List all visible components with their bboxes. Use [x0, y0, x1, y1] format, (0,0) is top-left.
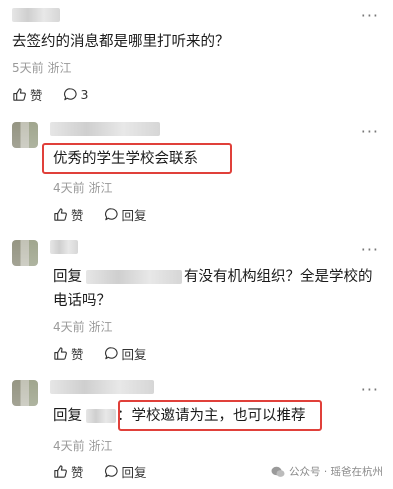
- mentioned-user-blurred: [86, 409, 116, 423]
- like-button[interactable]: 赞: [53, 344, 84, 363]
- reply-meta: 4天前 浙江: [53, 181, 113, 195]
- more-options-icon[interactable]: ···: [361, 8, 379, 24]
- reply-label: 回复: [121, 465, 147, 480]
- more-options-icon[interactable]: ···: [361, 124, 379, 140]
- username-blurred: [50, 240, 78, 254]
- reply-prefix: 回复: [53, 408, 82, 424]
- like-label: 赞: [30, 88, 43, 103]
- reply-label: 回复: [121, 347, 147, 362]
- avatar[interactable]: [12, 122, 38, 148]
- more-options-icon[interactable]: ···: [361, 382, 379, 398]
- like-button[interactable]: 赞: [12, 85, 43, 104]
- reply-meta: 4天前 浙江: [53, 439, 113, 453]
- like-button[interactable]: 赞: [53, 462, 84, 481]
- more-options-icon[interactable]: ···: [361, 242, 379, 258]
- mentioned-user-blurred: [86, 270, 182, 284]
- reply-actions: 赞 回复: [53, 462, 167, 481]
- reply-meta: 4天前 浙江: [53, 320, 113, 334]
- like-label: 赞: [71, 347, 84, 362]
- highlight-box: [118, 400, 322, 431]
- comment-button[interactable]: 3: [63, 87, 89, 102]
- comment-actions: 赞 3: [12, 85, 108, 104]
- reply-actions: 赞 回复: [53, 205, 167, 224]
- comment-text: 去签约的消息都是哪里打听来的？: [12, 34, 230, 50]
- reply-label: 回复: [121, 208, 147, 223]
- wechat-icon: [271, 466, 285, 477]
- thumb-up-icon: [54, 465, 67, 478]
- thumb-up-icon: [54, 208, 67, 221]
- like-button[interactable]: 赞: [53, 205, 84, 224]
- reply-text-line1: 有没有机构组织？全是学校的: [184, 269, 373, 285]
- reply-count: 3: [80, 87, 89, 102]
- watermark: 公众号 · 瑶爸在杭州: [271, 464, 383, 479]
- comment-bubble-icon: [104, 208, 118, 221]
- reply-prefix: 回复: [53, 269, 82, 285]
- username-blurred: [50, 380, 154, 394]
- watermark-text: 公众号 · 瑶爸在杭州: [288, 466, 383, 478]
- comment-bubble-icon: [104, 347, 118, 360]
- thumb-up-icon: [13, 88, 26, 101]
- comment-bubble-icon: [104, 465, 118, 478]
- avatar[interactable]: [12, 380, 38, 406]
- reply-button[interactable]: 回复: [104, 462, 147, 481]
- avatar[interactable]: [12, 240, 38, 266]
- like-label: 赞: [71, 208, 84, 223]
- reply-button[interactable]: 回复: [104, 344, 147, 363]
- reply-actions: 赞 回复: [53, 344, 167, 363]
- reply-text-line2: 电话吗？: [53, 293, 111, 309]
- username-blurred: [12, 8, 60, 22]
- username-blurred: [50, 122, 160, 136]
- comment-bubble-icon: [63, 88, 77, 101]
- highlight-box: [42, 143, 232, 174]
- thumb-up-icon: [54, 347, 67, 360]
- like-label: 赞: [71, 465, 84, 480]
- reply-button[interactable]: 回复: [104, 205, 147, 224]
- comment-meta: 5天前 浙江: [12, 61, 72, 75]
